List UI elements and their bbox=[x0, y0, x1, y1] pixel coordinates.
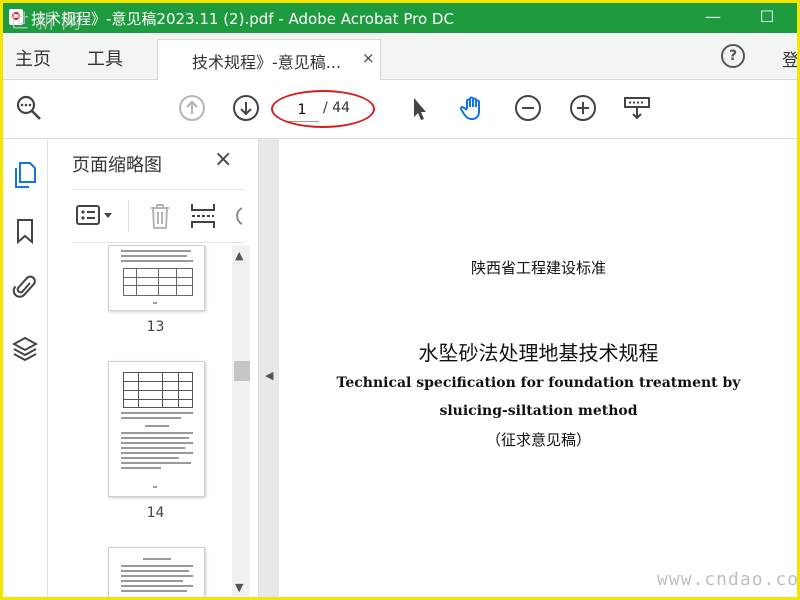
keyboard-scroll-icon[interactable] bbox=[623, 94, 651, 122]
thumbnail-text-line bbox=[121, 255, 187, 257]
thumbnail-scrollbar[interactable]: ▲ ▼ bbox=[232, 245, 250, 597]
scroll-down-arrow-icon[interactable]: ▼ bbox=[235, 581, 243, 594]
thumbnail-text-line bbox=[121, 467, 161, 469]
thumbnail-page-number bbox=[153, 486, 157, 488]
thumbnail-page-number bbox=[153, 302, 157, 304]
doc-title-english-line1: Technical specification for foundation t… bbox=[336, 375, 741, 391]
thumbnail-table bbox=[123, 268, 193, 296]
thumbnail-text-line bbox=[121, 447, 185, 449]
doc-title-english-line2: sluicing-siltation method bbox=[439, 403, 638, 419]
tab-home[interactable]: 主页 bbox=[15, 45, 51, 71]
screen-frame: 技术规程》-意见稿2023.11 (2).pdf - Adobe Acrobat… bbox=[0, 0, 800, 600]
thumbnail-table bbox=[123, 372, 193, 408]
page-thumbnails-icon[interactable] bbox=[12, 161, 38, 189]
bookmark-icon[interactable] bbox=[12, 217, 38, 245]
maximize-button[interactable]: ☐ bbox=[747, 5, 787, 29]
doc-standard-heading: 陕西省工程建设标准 bbox=[470, 259, 606, 277]
collapse-panel-arrow-icon[interactable]: ◀ bbox=[265, 369, 273, 382]
toolbar-divider bbox=[128, 200, 129, 232]
zoom-out-icon[interactable] bbox=[514, 94, 542, 122]
thumbnail-text-line bbox=[121, 432, 193, 434]
search-zoom-icon[interactable] bbox=[15, 94, 43, 122]
layers-icon[interactable] bbox=[12, 335, 38, 363]
insert-page-icon[interactable] bbox=[190, 202, 216, 230]
thumbnail-text-line bbox=[145, 425, 169, 427]
thumbnail-text-line bbox=[121, 585, 193, 587]
thumbnail-text-line bbox=[121, 565, 193, 567]
panel-title: 页面缩略图 bbox=[72, 155, 162, 176]
tab-document[interactable]: 技术规程》-意见稿... × bbox=[157, 39, 381, 80]
document-view[interactable]: 陕西省工程建设标准 水坠砂法处理地基技术规程 Technical specifi… bbox=[280, 139, 797, 597]
thumbnail-text-line bbox=[121, 570, 189, 572]
page-thumbnail[interactable] bbox=[108, 547, 205, 597]
sign-in-link[interactable]: 登 bbox=[782, 46, 797, 71]
close-tab-button[interactable]: × bbox=[362, 49, 375, 67]
thumbnail-text-line bbox=[143, 558, 171, 560]
thumbnail-text-line bbox=[121, 260, 193, 262]
tab-tools[interactable]: 工具 bbox=[87, 45, 123, 71]
panel-toolbar bbox=[72, 189, 244, 243]
scroll-up-arrow-icon[interactable]: ▲ bbox=[235, 249, 243, 262]
thumbnail-text-line bbox=[121, 442, 193, 444]
help-icon[interactable]: ? bbox=[721, 44, 745, 68]
watermark-top: 世新网 bbox=[9, 9, 87, 33]
scrollbar-thumb[interactable] bbox=[234, 361, 250, 381]
thumbnail-label: 13 bbox=[146, 319, 165, 335]
thumbnail-text-line bbox=[121, 590, 187, 592]
thumbnail-text-line bbox=[121, 452, 193, 454]
tab-bar: 主页 工具 技术规程》-意见稿... × ? 登 bbox=[3, 33, 797, 80]
watermark-bottom: www.cndao.com bbox=[657, 569, 800, 590]
select-cursor-icon[interactable] bbox=[405, 94, 433, 122]
close-panel-button[interactable]: × bbox=[214, 147, 232, 172]
rotate-page-icon[interactable] bbox=[230, 204, 244, 228]
next-page-icon[interactable] bbox=[232, 94, 260, 122]
delete-page-icon[interactable] bbox=[148, 202, 172, 230]
page-thumbnail[interactable] bbox=[108, 245, 205, 311]
thumbnail-text-line bbox=[121, 462, 191, 464]
attachment-icon[interactable] bbox=[12, 273, 38, 301]
thumbnail-text-line bbox=[121, 457, 179, 459]
doc-title-chinese: 水坠砂法处理地基技术规程 bbox=[418, 341, 659, 365]
prev-page-icon[interactable] bbox=[178, 94, 206, 122]
doc-draft-note: （征求意见稿） bbox=[485, 431, 591, 449]
main-toolbar: / 44 bbox=[3, 80, 797, 139]
minimize-button[interactable]: — bbox=[693, 5, 733, 29]
page-thumbnail[interactable] bbox=[108, 361, 205, 497]
title-bar: 技术规程》-意见稿2023.11 (2).pdf - Adobe Acrobat… bbox=[3, 3, 797, 33]
thumbnail-text-line bbox=[121, 417, 181, 419]
thumbnail-text-line bbox=[121, 412, 193, 414]
thumbnails-panel: 页面缩略图 × 13 14 ▲ ▼ bbox=[48, 139, 259, 597]
thumbnail-text-line bbox=[121, 437, 189, 439]
navigation-rail bbox=[3, 139, 48, 597]
thumbnail-list: 13 14 bbox=[72, 245, 252, 597]
zoom-in-icon[interactable] bbox=[569, 94, 597, 122]
thumbnail-options-icon[interactable] bbox=[76, 204, 116, 228]
window-title: 技术规程》-意见稿2023.11 (2).pdf - Adobe Acrobat… bbox=[31, 10, 454, 28]
hand-tool-icon[interactable] bbox=[459, 94, 487, 122]
thumbnail-label: 14 bbox=[146, 505, 165, 521]
red-annotation-ellipse bbox=[271, 90, 375, 128]
thumbnail-text-line bbox=[121, 580, 183, 582]
thumbnail-text-line bbox=[121, 575, 193, 577]
panel-splitter[interactable]: ◀ bbox=[259, 139, 279, 597]
thumbnail-text-line bbox=[121, 250, 191, 252]
document-tab-label: 技术规程》-意见稿... bbox=[192, 53, 342, 72]
